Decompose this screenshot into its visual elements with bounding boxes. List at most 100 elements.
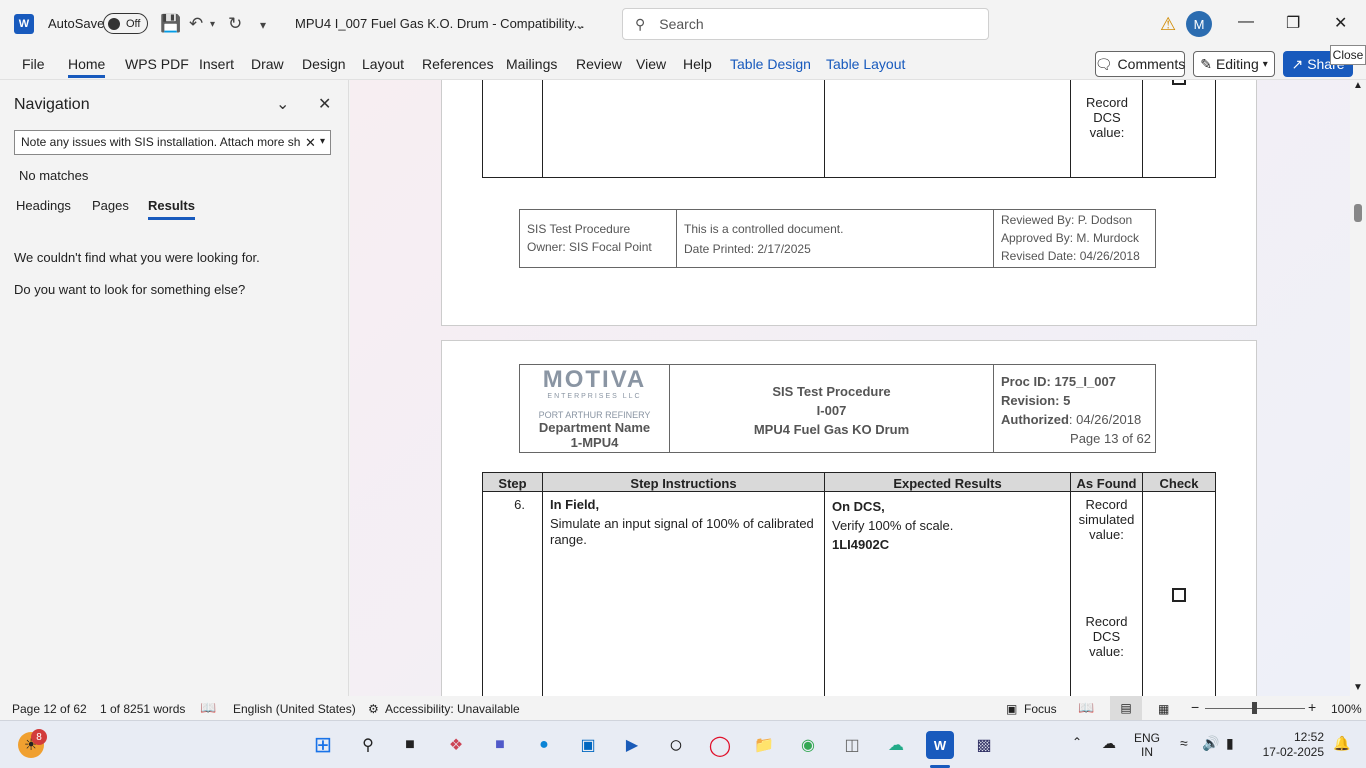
tab-review[interactable]: Review	[576, 56, 622, 72]
edge-icon[interactable]: ●	[530, 731, 558, 759]
volume-icon[interactable]: 🔊	[1202, 735, 1219, 752]
accessibility-status[interactable]: Accessibility: Unavailable	[385, 702, 520, 716]
scroll-up-icon[interactable]: ▲	[1353, 80, 1363, 91]
tab-design[interactable]: Design	[302, 56, 346, 72]
tab-wps-pdf[interactable]: WPS PDF	[125, 56, 189, 72]
page-footer: SIS Test Procedure Owner: SIS Focal Poin…	[519, 209, 1156, 268]
nav-search-input[interactable]: Note any issues with SIS installation. A…	[14, 130, 331, 155]
zoom-out-icon[interactable]: −	[1191, 699, 1199, 715]
header-check: Check	[1159, 476, 1199, 491]
nav-tab-headings[interactable]: Headings	[16, 198, 71, 213]
copilot-icon[interactable]: ❖	[442, 731, 470, 759]
tab-draw[interactable]: Draw	[251, 56, 284, 72]
document-canvas: Record DCS value: SIS Test Procedure Own…	[350, 80, 1350, 696]
clear-search-icon[interactable]: ✕	[305, 135, 316, 151]
tab-view[interactable]: View	[636, 56, 666, 72]
document-title[interactable]: MPU4 I_007 Fuel Gas K.O. Drum - Compatib…	[295, 16, 584, 31]
clock[interactable]: 12:52 17-02-2025	[1258, 730, 1324, 760]
wifi-icon[interactable]: ≈	[1180, 735, 1188, 751]
scrollbar-thumb[interactable]	[1354, 204, 1362, 222]
customize-toolbar-icon[interactable]: ▾	[260, 18, 266, 32]
notification-icon[interactable]: 🔔	[1333, 735, 1350, 752]
weather-badge: 8	[31, 729, 47, 745]
tab-help[interactable]: Help	[683, 56, 712, 72]
focus-button[interactable]: Focus	[1024, 702, 1057, 716]
zoom-in-icon[interactable]: +	[1308, 699, 1316, 715]
word-count[interactable]: 1 of 8251 words	[100, 702, 185, 716]
proofing-icon[interactable]: 📖	[200, 700, 216, 716]
nav-message-1: We couldn't find what you were looking f…	[14, 250, 260, 265]
teams-icon[interactable]: ■	[486, 731, 514, 759]
title-dropdown-icon[interactable]: ⌄	[575, 18, 585, 32]
nav-tab-results[interactable]: Results	[148, 198, 195, 220]
read-mode-icon[interactable]: 📖	[1078, 700, 1094, 716]
tab-home[interactable]: Home	[68, 56, 106, 78]
page-count[interactable]: Page 12 of 62	[12, 702, 87, 716]
search-dropdown-icon[interactable]: ▾	[320, 136, 325, 147]
save-icon[interactable]: 💾	[160, 14, 181, 34]
language-indicator[interactable]: ENG IN	[1134, 731, 1160, 759]
word-taskbar-icon[interactable]: W	[926, 731, 954, 759]
comments-button[interactable]: 🗨 Comments	[1095, 51, 1185, 77]
vertical-scrollbar[interactable]: ▲ ▼	[1350, 80, 1366, 696]
zoom-level[interactable]: 100%	[1331, 702, 1362, 716]
power-automate-icon[interactable]: ▶	[618, 731, 646, 759]
word-app-icon: W	[14, 14, 34, 34]
maximize-icon[interactable]: ❐	[1286, 13, 1300, 33]
step-instructions-cell: In Field, Simulate an input signal of 10…	[550, 497, 814, 547]
search-icon: ⚲	[635, 15, 646, 32]
footer-col-3: Reviewed By: P. Dodson Approved By: M. M…	[1001, 213, 1140, 263]
avatar[interactable]: M	[1186, 11, 1212, 37]
search-icon[interactable]: ⚲	[354, 731, 382, 759]
tab-table-design[interactable]: Table Design	[730, 56, 811, 72]
undo-icon[interactable]: ↶	[189, 14, 203, 34]
footer-col-1: SIS Test Procedure Owner: SIS Focal Poin…	[527, 222, 652, 254]
tab-file[interactable]: File	[22, 56, 45, 72]
web-layout-icon[interactable]: ▦	[1158, 702, 1169, 716]
task-view-icon[interactable]: ■	[396, 731, 424, 759]
header-step: Step	[498, 476, 527, 491]
table-row: Record DCS value:	[482, 80, 1216, 178]
redo-icon[interactable]: ↻	[228, 14, 242, 34]
tab-references[interactable]: References	[422, 56, 494, 72]
check-box[interactable]	[1172, 80, 1186, 85]
file-explorer-icon[interactable]: 📁	[750, 731, 778, 759]
nav-tab-pages[interactable]: Pages	[92, 198, 129, 213]
start-icon[interactable]: ⊞	[309, 731, 337, 759]
battery-icon[interactable]: ▮	[1226, 735, 1234, 752]
cloud-sync-icon[interactable]: ☁	[1102, 735, 1116, 752]
zoom-slider-thumb[interactable]	[1252, 702, 1257, 714]
editing-button[interactable]: ✎ Editing ▾	[1193, 51, 1275, 77]
navigation-pane: Navigation ⌄ ✕ Note any issues with SIS …	[0, 80, 349, 696]
app-icon[interactable]: ▩	[970, 731, 998, 759]
chevron-up-icon[interactable]: ⌃	[1072, 735, 1082, 749]
tab-mailings[interactable]: Mailings	[506, 56, 557, 72]
nav-options-icon[interactable]: ⌄	[276, 94, 289, 114]
check-box[interactable]	[1172, 588, 1186, 602]
store-icon[interactable]: ▣	[574, 731, 602, 759]
opera-icon[interactable]: ◯	[706, 731, 734, 759]
app-icon[interactable]: ☁	[882, 731, 910, 759]
minimize-icon[interactable]: —	[1238, 13, 1254, 31]
undo-dropdown-icon[interactable]: ▾	[210, 19, 215, 30]
tab-insert[interactable]: Insert	[199, 56, 234, 72]
language-status[interactable]: English (United States)	[233, 702, 356, 716]
warning-icon[interactable]: ⚠	[1160, 14, 1176, 35]
nav-close-icon[interactable]: ✕	[318, 94, 331, 114]
page-13: MOTIVA ENTERPRISES LLC PORT ARTHUR REFIN…	[441, 340, 1257, 696]
app-icon[interactable]: ◫	[838, 731, 866, 759]
accessibility-icon: ⚙	[368, 702, 379, 716]
scroll-down-icon[interactable]: ▼	[1353, 682, 1363, 693]
dell-icon[interactable]: ◯	[662, 731, 690, 759]
pencil-icon: ✎	[1200, 55, 1212, 72]
close-icon[interactable]: ✕	[1334, 13, 1347, 33]
expected-results-cell: On DCS, Verify 100% of scale. 1LI4902C	[832, 499, 954, 552]
search-box[interactable]: ⚲ Search	[622, 8, 989, 40]
chrome-icon[interactable]: ◉	[794, 731, 822, 759]
print-layout-icon[interactable]: ▤	[1110, 696, 1142, 720]
autosave-toggle[interactable]: Off	[103, 13, 148, 34]
tab-table-layout[interactable]: Table Layout	[826, 56, 905, 72]
header-as-found: As Found	[1076, 476, 1137, 491]
tab-layout[interactable]: Layout	[362, 56, 404, 72]
as-found-dcs: Record DCS value:	[1085, 614, 1128, 659]
